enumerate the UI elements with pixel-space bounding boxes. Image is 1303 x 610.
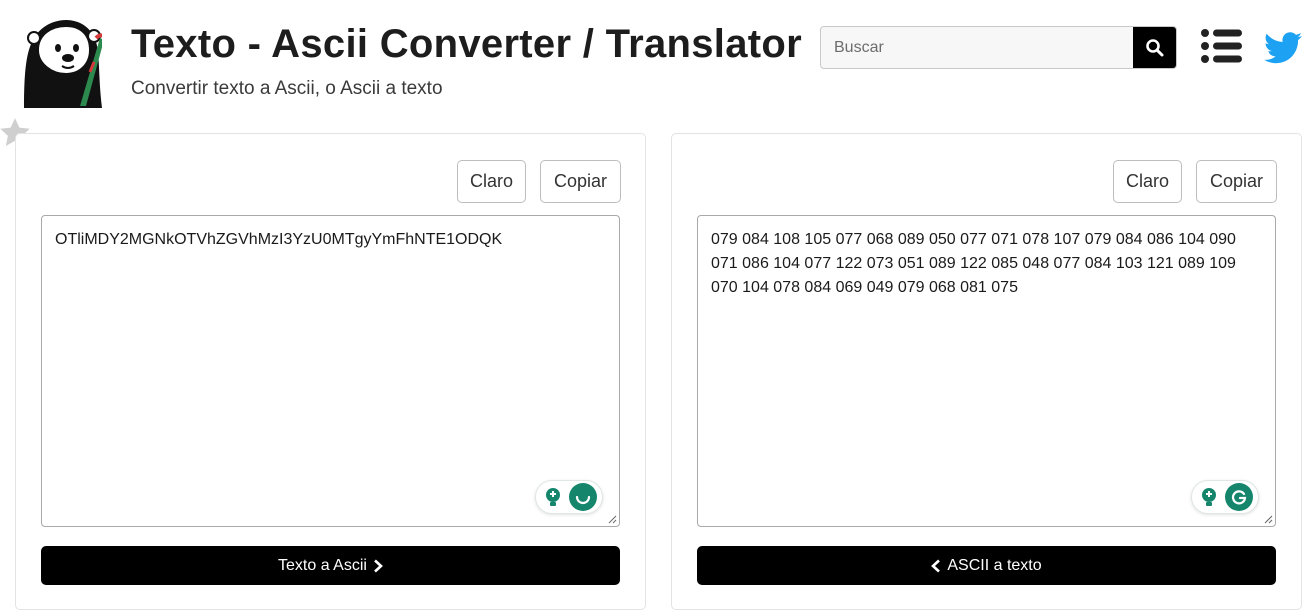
site-logo[interactable] bbox=[22, 14, 110, 108]
ascii-output-value: 079 084 108 105 077 068 089 050 077 071 … bbox=[711, 231, 1241, 296]
text-input-value: OTliMDY2MGNkOTVhZGVhMzI3YzU0MTgyYmFhNTE1… bbox=[55, 231, 503, 248]
chevron-right-icon bbox=[374, 559, 383, 572]
page-subtitle: Convertir texto a Ascii, o Ascii a texto bbox=[131, 78, 443, 99]
resize-handle-icon[interactable] bbox=[1263, 514, 1273, 524]
text-to-ascii-button[interactable]: Texto a Ascii bbox=[41, 546, 620, 585]
grammarly-icon bbox=[1225, 483, 1253, 511]
search-icon bbox=[1145, 38, 1163, 56]
ascii-output-panel: Claro Copiar 079 084 108 105 077 068 089… bbox=[671, 133, 1302, 610]
clear-button[interactable]: Claro bbox=[457, 160, 526, 203]
search-input[interactable] bbox=[821, 27, 1134, 68]
grammarly-widget[interactable] bbox=[535, 480, 603, 514]
grammarly-widget[interactable] bbox=[1191, 480, 1259, 514]
text-input-panel: Claro Copiar OTliMDY2MGNkOTVhZGVhMzI3YzU… bbox=[15, 133, 646, 610]
search-bar bbox=[820, 26, 1177, 69]
menu-list-button[interactable] bbox=[1201, 29, 1243, 63]
otter-logo-icon bbox=[24, 20, 110, 108]
search-button[interactable] bbox=[1133, 27, 1176, 68]
chevron-left-icon bbox=[931, 559, 941, 572]
list-icon bbox=[1201, 29, 1242, 63]
copy-button[interactable]: Copiar bbox=[1196, 160, 1277, 203]
resize-handle-icon[interactable] bbox=[607, 514, 617, 524]
ascii-to-text-button[interactable]: ASCII a texto bbox=[697, 546, 1276, 585]
copy-button[interactable]: Copiar bbox=[540, 160, 621, 203]
twitter-icon bbox=[1264, 32, 1302, 64]
text-input-textarea[interactable]: OTliMDY2MGNkOTVhZGVhMzI3YzU0MTgyYmFhNTE1… bbox=[41, 215, 620, 527]
ascii-to-text-label: ASCII a texto bbox=[947, 556, 1042, 574]
ascii-output-textarea[interactable]: 079 084 108 105 077 068 089 050 077 071 … bbox=[697, 215, 1276, 527]
clear-button[interactable]: Claro bbox=[1113, 160, 1182, 203]
lightbulb-icon bbox=[542, 486, 564, 508]
lightbulb-icon bbox=[1198, 486, 1220, 508]
twitter-link[interactable] bbox=[1264, 32, 1302, 64]
text-to-ascii-label: Texto a Ascii bbox=[278, 556, 367, 574]
grammarly-icon bbox=[569, 483, 597, 511]
page-title: Texto - Ascii Converter / Translator bbox=[131, 22, 802, 66]
